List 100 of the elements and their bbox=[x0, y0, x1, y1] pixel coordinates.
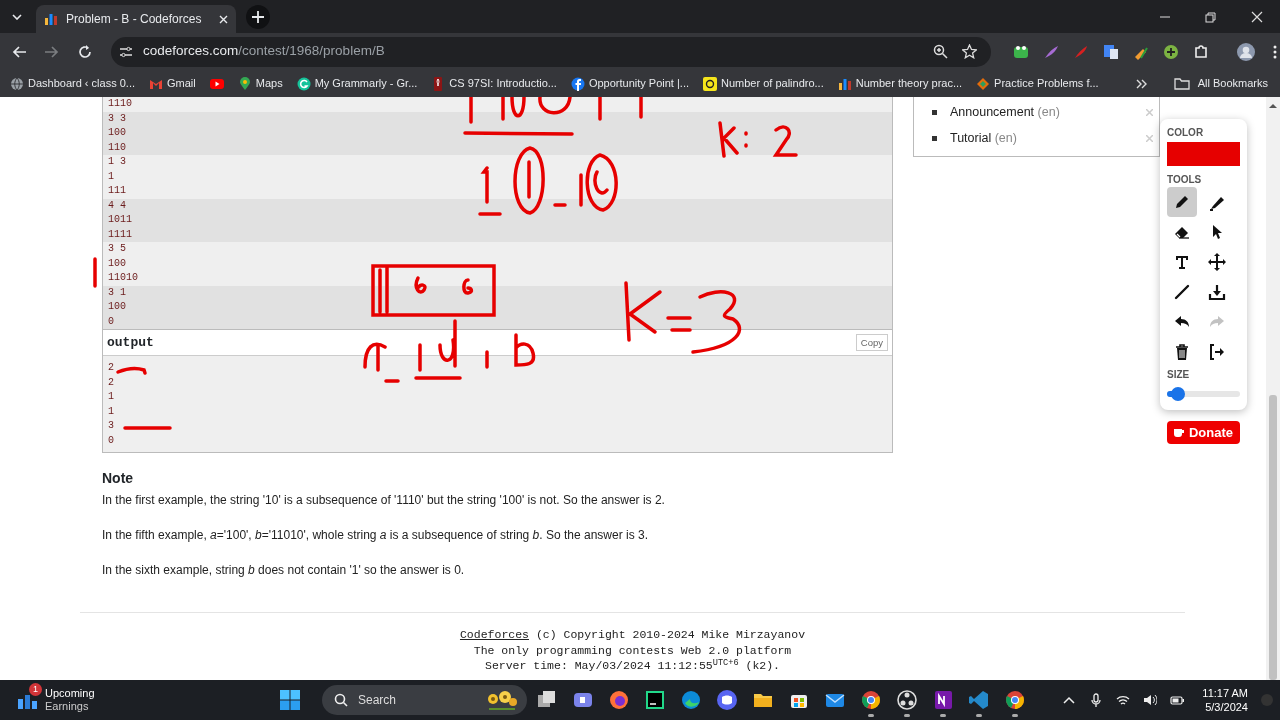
trash-icon bbox=[1173, 343, 1191, 361]
back-icon[interactable] bbox=[11, 43, 27, 60]
input-line: 3 3 bbox=[108, 111, 126, 126]
line-icon bbox=[1173, 283, 1191, 301]
output-line: 0 bbox=[108, 433, 114, 448]
note-title: Note bbox=[102, 469, 135, 488]
scrollbar[interactable] bbox=[1266, 97, 1280, 680]
input-line: 4 4 bbox=[108, 198, 126, 213]
zoom-icon[interactable] bbox=[933, 44, 948, 59]
widget-title: Upcoming bbox=[45, 687, 95, 700]
diamond-icon bbox=[976, 76, 991, 91]
vscode-icon[interactable] bbox=[968, 689, 990, 711]
exit-icon bbox=[1208, 343, 1226, 361]
search-icon bbox=[334, 693, 348, 707]
search-field[interactable]: Search bbox=[322, 685, 527, 715]
bookmark-item[interactable]: My Grammarly - Gr... bbox=[296, 75, 418, 92]
menu-icon[interactable] bbox=[1273, 44, 1277, 59]
bookmark-item[interactable]: Opportunity Point |... bbox=[570, 75, 689, 92]
input-line: 0 bbox=[108, 314, 114, 329]
all-bookmarks-button[interactable]: All Bookmarks bbox=[1173, 75, 1268, 92]
bullet-icon bbox=[932, 135, 937, 141]
forward-icon[interactable] bbox=[44, 43, 60, 60]
bullet-icon bbox=[932, 109, 937, 115]
feather-extension-icon[interactable] bbox=[1043, 43, 1059, 60]
download-icon bbox=[1208, 283, 1226, 301]
input-line: 100 bbox=[108, 300, 126, 314]
site-info-icon[interactable] bbox=[119, 45, 133, 58]
address-bar[interactable]: codeforces.com/contest/1968/problem/B bbox=[111, 36, 991, 67]
pycharm-icon[interactable] bbox=[644, 689, 666, 711]
tab-title: Problem - B - Codeforces bbox=[66, 11, 203, 28]
frog-extension-icon[interactable] bbox=[1013, 43, 1029, 60]
note-paragraph: In the fifth example, a='100', b='11010', whole string a is a subsequence of string b. So the answer is 3. bbox=[102, 527, 650, 544]
volume-icon[interactable] bbox=[1143, 693, 1158, 707]
tab-list-icon[interactable] bbox=[12, 14, 22, 20]
microphone-icon[interactable] bbox=[1089, 693, 1104, 707]
donate-button[interactable]: Donate bbox=[1167, 421, 1240, 444]
handwritten-mark bbox=[123, 426, 172, 430]
bookmark-item[interactable]: Number of palindro... bbox=[703, 75, 824, 92]
input-line: 1111 bbox=[108, 227, 132, 242]
start-icon[interactable] bbox=[280, 690, 300, 710]
onenote-icon[interactable] bbox=[932, 689, 954, 711]
profile-avatar-icon[interactable] bbox=[1237, 42, 1255, 61]
input-line: 11010 bbox=[108, 271, 138, 285]
bookmark-item[interactable]: CS 97SI: Introductio... bbox=[431, 75, 557, 92]
puzzle-icon[interactable] bbox=[1193, 43, 1209, 60]
url-text: codeforces.com/contest/1968/problem/B bbox=[143, 42, 386, 61]
chrome-icon[interactable] bbox=[1004, 689, 1026, 711]
color-swatch[interactable] bbox=[1167, 142, 1240, 166]
browser-tab[interactable]: Problem - B - Codeforces bbox=[36, 5, 236, 33]
cup-icon bbox=[1173, 428, 1185, 437]
more-bookmarks-icon[interactable] bbox=[1135, 78, 1147, 89]
bookmark-item[interactable]: Gmail bbox=[149, 75, 196, 92]
battery-icon[interactable] bbox=[1170, 693, 1185, 707]
close-icon[interactable] bbox=[219, 14, 228, 24]
badge-icon bbox=[703, 76, 717, 91]
sidebar-link[interactable]: Announcement (en) bbox=[950, 102, 1060, 122]
discord-icon[interactable] bbox=[716, 689, 738, 711]
note-paragraph: In the sixth example, string b does not contain '1' so the answer is 0. bbox=[102, 562, 466, 579]
video-icon[interactable] bbox=[209, 76, 224, 91]
bookmark-item[interactable]: Maps bbox=[237, 75, 283, 92]
input-line: 1011 bbox=[108, 213, 132, 227]
color-label: COLOR bbox=[1167, 126, 1205, 140]
firefox-icon[interactable] bbox=[608, 689, 630, 711]
chrome-icon[interactable] bbox=[860, 689, 882, 711]
output-line: 1 bbox=[108, 404, 114, 419]
edge-icon[interactable] bbox=[680, 689, 702, 711]
map-pin-icon bbox=[237, 76, 252, 91]
bookmark-item[interactable]: Practice Problems f... bbox=[976, 75, 1099, 92]
obs-icon[interactable] bbox=[896, 689, 918, 711]
plus-extension-icon[interactable] bbox=[1163, 43, 1179, 60]
text-icon bbox=[1173, 253, 1191, 271]
footer-link[interactable]: Codeforces bbox=[459, 628, 529, 641]
translate-extension-icon[interactable] bbox=[1103, 43, 1119, 60]
scroll-up-icon[interactable] bbox=[1269, 103, 1277, 108]
copy-button[interactable]: Copy bbox=[855, 334, 888, 351]
clock[interactable]: 11:17 AM 5/3/2024 bbox=[1202, 686, 1248, 714]
reload-icon[interactable] bbox=[77, 43, 93, 60]
folder-icon bbox=[1173, 77, 1190, 90]
pencil-icon bbox=[1173, 193, 1191, 211]
output-line: 2 bbox=[108, 361, 114, 375]
wifi-icon[interactable] bbox=[1116, 693, 1131, 707]
tool-button[interactable] bbox=[1167, 187, 1197, 217]
restore-icon[interactable] bbox=[1204, 11, 1218, 23]
facebook-icon bbox=[570, 76, 585, 91]
clock-time: 11:17 AM bbox=[1202, 686, 1248, 700]
new-tab-icon[interactable] bbox=[246, 5, 270, 29]
server-time: Server time: May/03/2024 11:12:55$^{UTC+6}$ (k2). bbox=[484, 658, 781, 674]
bookmark-item[interactable]: Dashboard ‹ class 0... bbox=[10, 75, 135, 92]
note-paragraph: In the first example, the string '10' is a subsequence of '1110' but the string '100' is not. So the answer is 2. bbox=[102, 492, 666, 509]
output-line: 1 bbox=[108, 390, 114, 404]
sidebar-link[interactable]: Tutorial (en) bbox=[950, 128, 1017, 148]
site-icon bbox=[44, 12, 58, 26]
close-icon[interactable] bbox=[1250, 11, 1264, 23]
input-line: 1 bbox=[108, 169, 114, 184]
footer-tagline: The only programming contests Web 2.0 platform bbox=[472, 642, 793, 658]
input-line: 1110 bbox=[108, 97, 132, 111]
clock-date: 5/3/2024 bbox=[1204, 700, 1248, 714]
bookmark-item[interactable]: Number theory prac... bbox=[837, 75, 963, 92]
bookmark-star-icon[interactable] bbox=[962, 44, 977, 59]
input-line: 111 bbox=[108, 184, 126, 198]
